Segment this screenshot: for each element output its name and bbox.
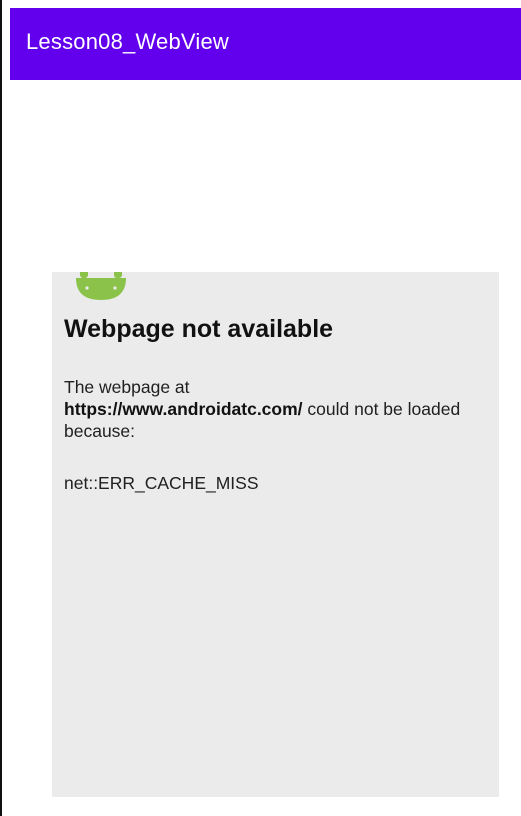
android-head-shape (76, 278, 126, 300)
error-url: https://www.androidatc.com/ (64, 399, 303, 419)
app-title: Lesson08_WebView (26, 29, 229, 54)
error-title: Webpage not available (64, 315, 334, 343)
error-message-prefix: The webpage at (64, 377, 190, 397)
android-robot-icon (76, 272, 126, 300)
app-bar: Lesson08_WebView (10, 8, 521, 80)
android-left-ear (80, 272, 88, 278)
phone-screen: Lesson08_WebView Webpage not available T… (0, 0, 521, 816)
error-message: The webpage at https://www.androidatc.com… (64, 376, 484, 442)
webview[interactable]: Webpage not available The webpage at http… (52, 272, 499, 797)
android-right-ear (114, 272, 122, 278)
error-code: net::ERR_CACHE_MISS (64, 473, 259, 493)
android-left-eye (85, 286, 89, 290)
android-right-eye (113, 286, 117, 290)
